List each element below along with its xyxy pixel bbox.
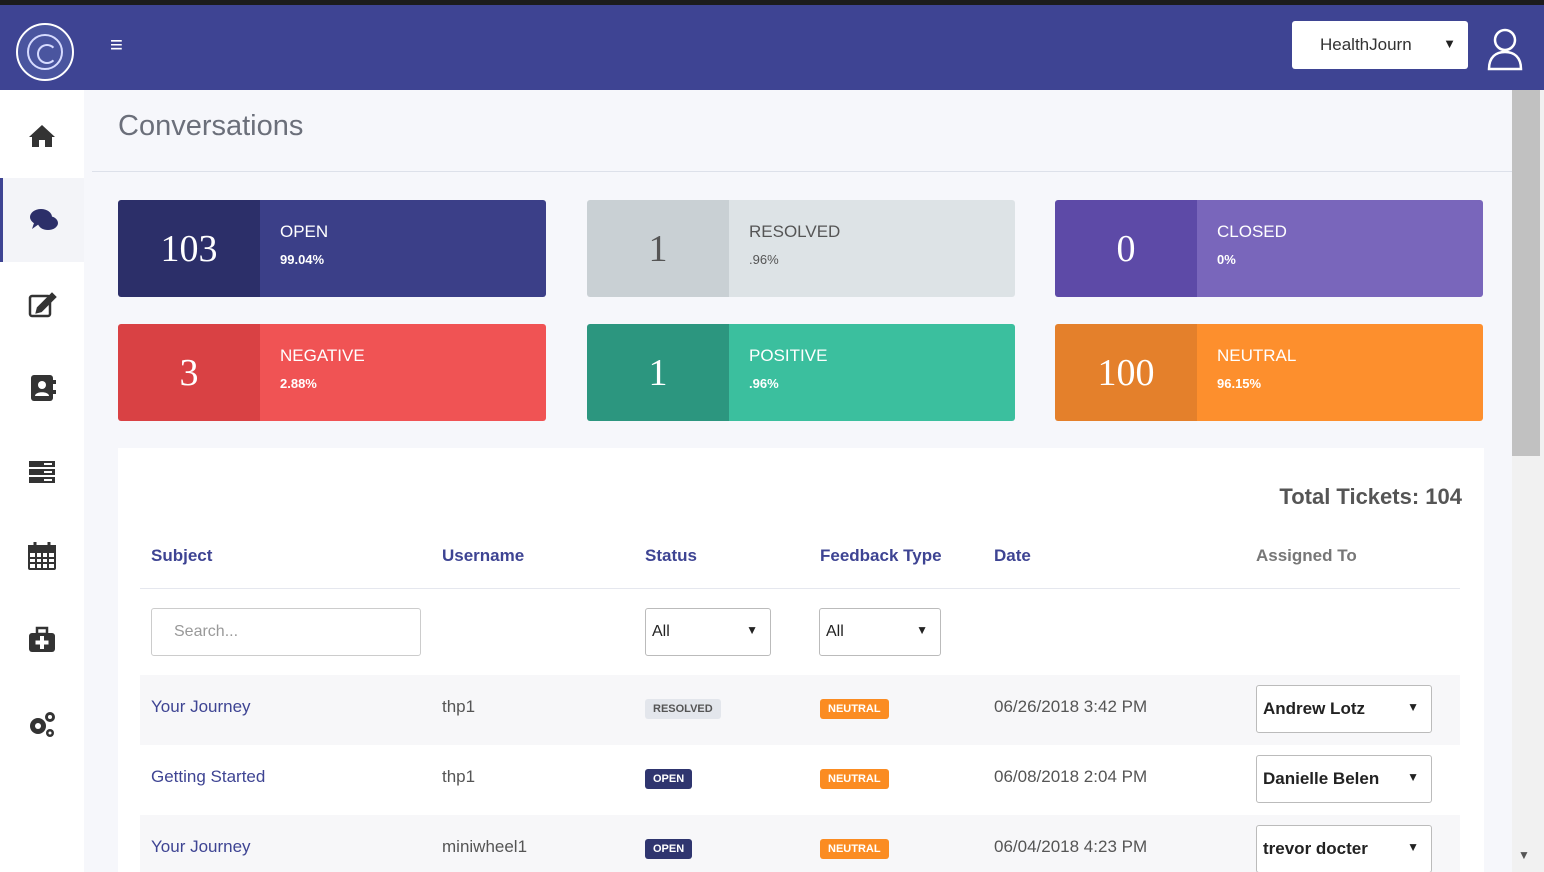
logo-swirl-icon xyxy=(27,34,63,70)
chevron-down-icon: ▼ xyxy=(1407,770,1419,784)
edit-icon xyxy=(28,292,57,318)
row-date: 06/26/2018 3:42 PM xyxy=(994,697,1148,716)
stat-card-open[interactable]: 103 OPEN 99.04% xyxy=(118,200,546,297)
page-header: Conversations xyxy=(92,90,1512,172)
stat-card-resolved[interactable]: 1 RESOLVED .96% xyxy=(587,200,1015,297)
status-badge: RESOLVED xyxy=(645,699,721,719)
row-subject[interactable]: Your Journey xyxy=(151,837,251,857)
chevron-down-icon: ▼ xyxy=(1407,700,1419,714)
table-row[interactable]: Your Journey miniwheel1 OPEN NEUTRAL 06/… xyxy=(140,815,1460,872)
stat-percent: 96.15% xyxy=(1217,376,1262,391)
stat-percent: .96% xyxy=(749,252,779,267)
subject-search-input[interactable] xyxy=(151,608,421,656)
header-divider xyxy=(140,588,1460,589)
stat-value: 1 xyxy=(587,200,729,297)
row-date: 06/08/2018 2:04 PM xyxy=(994,767,1148,786)
header-feedback-type[interactable]: Feedback Type xyxy=(820,546,942,566)
status-filter-select[interactable]: All ▼ xyxy=(645,608,771,656)
row-username: thp1 xyxy=(442,767,476,786)
stat-label: POSITIVE xyxy=(749,346,828,365)
chevron-down-icon: ▼ xyxy=(916,623,928,637)
status-badge: OPEN xyxy=(645,839,693,859)
chat-icon xyxy=(29,209,58,230)
sidebar-item-medkit[interactable] xyxy=(0,598,84,682)
sidebar-item-edit[interactable] xyxy=(0,262,84,346)
scrollbar-thumb[interactable] xyxy=(1512,90,1540,456)
sidebar-item-calendar[interactable] xyxy=(0,514,84,598)
row-subject[interactable]: Your Journey xyxy=(151,697,251,717)
header-subject[interactable]: Subject xyxy=(151,546,212,566)
table-row[interactable]: Your Journey thp1 RESOLVED NEUTRAL 06/26… xyxy=(140,675,1460,745)
stat-percent: .96% xyxy=(749,376,779,391)
assignee-select[interactable]: trevor docter ▼ xyxy=(1256,825,1432,872)
sidebar xyxy=(0,90,84,872)
stat-value: 100 xyxy=(1055,324,1197,421)
organization-select-value: HealthJourn xyxy=(1320,35,1412,54)
medkit-icon xyxy=(29,626,55,652)
header-username[interactable]: Username xyxy=(442,546,524,566)
main-content: Conversations 103 OPEN 99.04% 1 RESOLVED.… xyxy=(92,90,1512,872)
stat-percent: 0% xyxy=(1217,252,1236,267)
stat-value: 1 xyxy=(587,324,729,421)
stat-percent: 2.88% xyxy=(280,376,317,391)
row-username: miniwheel1 xyxy=(442,837,528,856)
chevron-down-icon: ▼ xyxy=(1407,840,1419,854)
hamburger-menu-icon[interactable]: ≡ xyxy=(110,34,130,56)
app-logo[interactable] xyxy=(16,23,74,81)
stat-card-neutral[interactable]: 100 NEUTRAL 96.15% xyxy=(1055,324,1483,421)
assignee-select[interactable]: Danielle Belen ▼ xyxy=(1256,755,1432,803)
list-icon xyxy=(29,461,55,483)
organization-select[interactable]: HealthJourn ▼ xyxy=(1292,21,1468,69)
page-scrollbar[interactable]: ▼ xyxy=(1512,90,1544,872)
settings-icon xyxy=(30,712,55,737)
header-date[interactable]: Date xyxy=(994,546,1031,566)
row-date: 06/04/2018 4:23 PM xyxy=(994,837,1148,856)
feedback-badge: NEUTRAL xyxy=(820,699,889,719)
top-navbar: ≡ HealthJourn ▼ xyxy=(0,0,1544,90)
feedback-badge: NEUTRAL xyxy=(820,769,889,789)
total-tickets: Total Tickets: 104 xyxy=(1279,484,1462,509)
home-icon xyxy=(29,125,55,147)
stat-label: OPEN xyxy=(280,222,329,241)
status-filter-value: All xyxy=(652,623,670,640)
row-username: thp1 xyxy=(442,697,476,716)
sidebar-item-settings[interactable] xyxy=(0,682,84,766)
stat-value: 0 xyxy=(1055,200,1197,297)
status-badge: OPEN xyxy=(645,769,693,789)
page-title: Conversations xyxy=(118,110,304,142)
stat-value: 103 xyxy=(118,200,260,297)
stat-label: NEUTRAL xyxy=(1217,346,1297,365)
row-subject[interactable]: Getting Started xyxy=(151,767,265,787)
sidebar-item-conversations[interactable] xyxy=(0,178,84,262)
stat-card-closed[interactable]: 0 CLOSED 0% xyxy=(1055,200,1483,297)
stat-value: 3 xyxy=(118,324,260,421)
stat-percent: 99.04% xyxy=(280,252,325,267)
sidebar-item-home[interactable] xyxy=(0,94,84,178)
feedback-filter-select[interactable]: All ▼ xyxy=(819,608,941,656)
header-assigned-to: Assigned To xyxy=(1256,546,1357,565)
stat-card-positive[interactable]: 1 POSITIVE .96% xyxy=(587,324,1015,421)
calendar-icon xyxy=(28,542,56,570)
user-profile-icon[interactable] xyxy=(1486,27,1524,71)
contacts-icon xyxy=(31,375,56,401)
assignee-value: Andrew Lotz xyxy=(1263,699,1365,718)
sidebar-item-contacts[interactable] xyxy=(0,346,84,430)
scroll-down-arrow-icon[interactable]: ▼ xyxy=(1518,848,1530,862)
table-row[interactable]: Getting Started thp1 OPEN NEUTRAL 06/08/… xyxy=(140,745,1460,815)
assignee-value: Danielle Belen xyxy=(1263,769,1380,788)
stat-card-negative[interactable]: 3 NEGATIVE 2.88% xyxy=(118,324,546,421)
assignee-select[interactable]: Andrew Lotz ▼ xyxy=(1256,685,1432,733)
chevron-down-icon: ▼ xyxy=(1443,36,1456,51)
stat-label: NEGATIVE xyxy=(280,346,365,365)
tickets-table-panel: Total Tickets: 104 Subject Username Stat… xyxy=(118,448,1484,872)
feedback-badge: NEUTRAL xyxy=(820,839,889,859)
feedback-filter-value: All xyxy=(826,623,844,640)
assignee-value: trevor docter xyxy=(1263,839,1368,858)
chevron-down-icon: ▼ xyxy=(746,623,758,637)
stat-label: RESOLVED xyxy=(749,222,841,241)
header-status[interactable]: Status xyxy=(645,546,697,566)
sidebar-item-list[interactable] xyxy=(0,430,84,514)
stat-label: CLOSED xyxy=(1217,222,1287,241)
